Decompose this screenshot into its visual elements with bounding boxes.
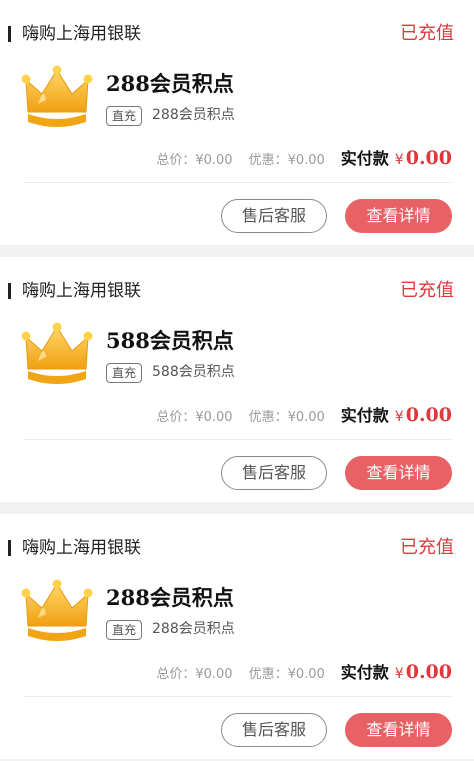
view-details-button[interactable]: 查看详情 bbox=[345, 456, 452, 490]
product-subtitle: 288会员积点 bbox=[152, 107, 235, 123]
product-subtitle: 288会员积点 bbox=[152, 621, 235, 637]
order-list: 嗨购上海用银联 已充值 288会员积点 直充 288会员积点 总价：¥0.00 … bbox=[0, 0, 474, 759]
paid-label: 实付款 bbox=[340, 149, 389, 168]
recharge-tag: 直充 bbox=[106, 620, 143, 640]
price-row: 总价：¥0.00 优惠：¥0.00 实付款 ¥ 0.00 bbox=[156, 659, 452, 683]
order-card[interactable]: 嗨购上海用银联 已充值 588会员积点 直充 588会员积点 总价：¥0.00 … bbox=[0, 257, 474, 502]
discount: 优惠：¥0.00 bbox=[248, 410, 325, 425]
view-details-button[interactable]: 查看详情 bbox=[345, 199, 452, 233]
order-status: 已充值 bbox=[400, 280, 454, 301]
total-price: 总价：¥0.00 bbox=[156, 667, 233, 682]
card-gap bbox=[0, 502, 474, 514]
crown-icon bbox=[20, 578, 94, 644]
card-gap bbox=[0, 245, 474, 257]
paid-amount: 0.00 bbox=[405, 147, 452, 169]
crown-icon bbox=[20, 64, 94, 130]
product-title[interactable]: 288会员积点 bbox=[106, 584, 234, 612]
product-title[interactable]: 588会员积点 bbox=[106, 327, 234, 355]
divider bbox=[24, 439, 452, 440]
order-status: 已充值 bbox=[400, 537, 454, 558]
total-price: 总价：¥0.00 bbox=[156, 153, 233, 168]
recharge-tag: 直充 bbox=[106, 106, 143, 126]
paid-currency: ¥ bbox=[394, 666, 404, 682]
discount: 优惠：¥0.00 bbox=[248, 667, 325, 682]
after-sales-button[interactable]: 售后客服 bbox=[221, 456, 327, 490]
shop-marker bbox=[8, 540, 11, 556]
price-row: 总价：¥0.00 优惠：¥0.00 实付款 ¥ 0.00 bbox=[156, 402, 452, 426]
crown-icon bbox=[20, 321, 94, 387]
shop-name[interactable]: 嗨购上海用银联 bbox=[22, 22, 141, 46]
paid-label: 实付款 bbox=[340, 406, 389, 425]
product-subtitle: 588会员积点 bbox=[152, 364, 235, 380]
total-price: 总价：¥0.00 bbox=[156, 410, 233, 425]
paid-amount: 0.00 bbox=[405, 661, 452, 683]
paid-amount: 0.00 bbox=[405, 404, 452, 426]
paid-label: 实付款 bbox=[340, 663, 389, 682]
view-details-button[interactable]: 查看详情 bbox=[345, 713, 452, 747]
paid-currency: ¥ bbox=[394, 152, 404, 168]
paid-currency: ¥ bbox=[394, 409, 404, 425]
price-row: 总价：¥0.00 优惠：¥0.00 实付款 ¥ 0.00 bbox=[156, 145, 452, 169]
discount: 优惠：¥0.00 bbox=[248, 153, 325, 168]
order-status: 已充值 bbox=[400, 23, 454, 44]
recharge-tag: 直充 bbox=[106, 363, 143, 383]
shop-marker bbox=[8, 283, 11, 299]
order-card[interactable]: 嗨购上海用银联 已充值 288会员积点 直充 288会员积点 总价：¥0.00 … bbox=[0, 0, 474, 245]
shop-marker bbox=[8, 26, 11, 42]
divider bbox=[24, 696, 452, 697]
shop-name[interactable]: 嗨购上海用银联 bbox=[22, 536, 141, 560]
order-card[interactable]: 嗨购上海用银联 已充值 288会员积点 直充 288会员积点 总价：¥0.00 … bbox=[0, 514, 474, 759]
shop-name[interactable]: 嗨购上海用银联 bbox=[22, 279, 141, 303]
after-sales-button[interactable]: 售后客服 bbox=[221, 713, 327, 747]
after-sales-button[interactable]: 售后客服 bbox=[221, 199, 327, 233]
divider bbox=[24, 182, 452, 183]
product-title[interactable]: 288会员积点 bbox=[106, 70, 234, 98]
